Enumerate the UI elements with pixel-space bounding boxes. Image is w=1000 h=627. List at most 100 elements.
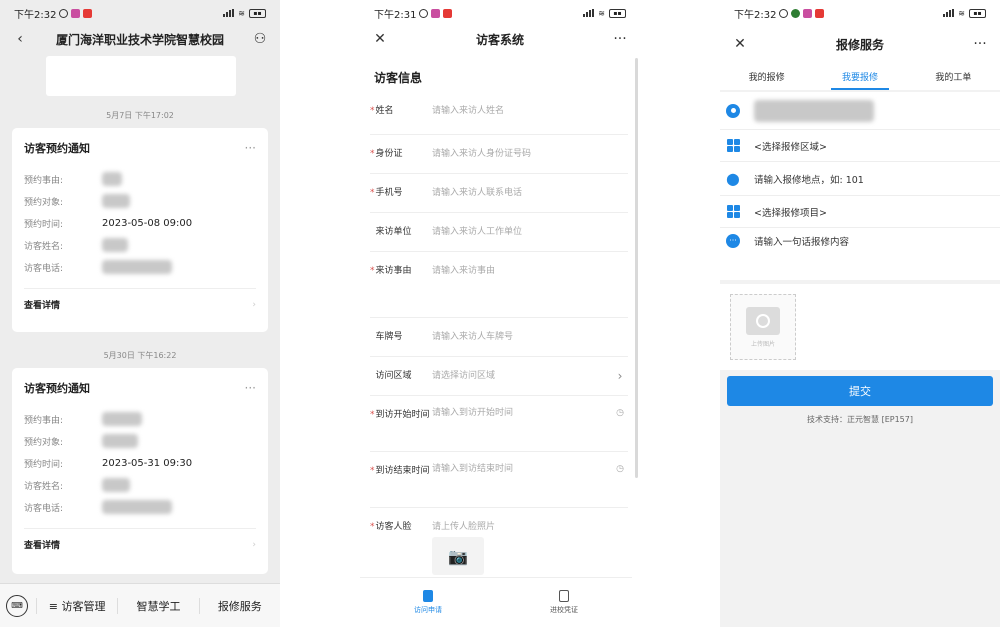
- menu-visitor-management[interactable]: ≡ 访客管理: [36, 597, 117, 614]
- tab-entry-pass[interactable]: 进校凭证: [496, 578, 632, 627]
- field-row: 预约时间: 2023-05-08 09:00: [24, 212, 256, 234]
- app-icon: [791, 8, 801, 18]
- message-card-blank: [46, 56, 236, 96]
- signal-icon: [223, 9, 235, 17]
- chevron-right-icon: ›: [252, 299, 256, 310]
- required-mark: *: [370, 266, 375, 276]
- field-row: 预约对象:: [24, 430, 256, 452]
- grid-icon: [726, 204, 740, 219]
- phone-wechat-chat: 下午2:32 ≋ ▪▪ ‹ 厦门海洋职业技术学院智慧校园 ⚇ 5月7日 下午17…: [0, 0, 280, 627]
- phone-input[interactable]: 请输入来访人联系电话: [432, 186, 628, 200]
- menu-smart-student-affairs[interactable]: 智慧学工: [117, 597, 198, 614]
- tab-my-repairs[interactable]: 我的报修: [720, 62, 813, 90]
- alarm-icon: [419, 8, 429, 18]
- form-row-reason[interactable]: *来访事由 请输入来访事由: [370, 252, 628, 318]
- profile-icon[interactable]: ⚇: [250, 31, 270, 47]
- chevron-right-icon: ›: [617, 369, 623, 383]
- repair-item-select[interactable]: <选择报修项目>: [754, 205, 827, 219]
- repair-area-row[interactable]: <选择报修区域>: [720, 130, 1000, 162]
- id-card-input[interactable]: 请输入来访人身份证号码: [432, 147, 628, 161]
- end-time-input[interactable]: 请输入到访结束时间: [432, 462, 612, 476]
- repair-content-row[interactable]: ··· 请输入一句话报修内容: [720, 228, 1000, 280]
- upload-image-button[interactable]: 上传图片: [730, 294, 796, 360]
- document-icon: [423, 590, 433, 602]
- plate-input[interactable]: 请输入来访人车牌号: [432, 330, 628, 344]
- repair-location-input[interactable]: 请输入报修地点，如: 101: [754, 172, 864, 186]
- app-icon: [443, 8, 453, 18]
- repair-location-row[interactable]: ⬤ 请输入报修地点，如: 101: [720, 162, 1000, 196]
- view-details-link[interactable]: 查看详情 ›: [24, 528, 256, 560]
- scrollbar[interactable]: [635, 58, 638, 478]
- repair-content-input[interactable]: 请输入一句话报修内容: [754, 234, 849, 248]
- start-time-input[interactable]: 请输入到访开始时间: [432, 406, 612, 420]
- form-row-name[interactable]: *姓名 请输入来访人姓名: [370, 96, 628, 135]
- visitor-form: 访客信息 *姓名 请输入来访人姓名 *身份证 请输入来访人身份证号码 *手机号 …: [360, 58, 632, 538]
- tab-my-work-orders[interactable]: 我的工单: [907, 62, 1000, 90]
- form-row-area[interactable]: *访问区域 请选择访问区域 ›: [370, 357, 628, 396]
- visitor-notice-card[interactable]: 访客预约通知 ··· 预约事由: 预约对象: 预约时间: 2023-05-08 0…: [12, 128, 268, 332]
- submit-button[interactable]: 提交: [727, 376, 993, 406]
- signal-icon: [943, 9, 955, 17]
- tab-submit-repair[interactable]: 我要报修: [813, 62, 906, 90]
- redacted-user-info: [754, 99, 874, 122]
- camera-icon: 📷: [448, 546, 468, 566]
- form-row-start-time[interactable]: *到访开始时间 请输入到访开始时间 ◷: [370, 396, 628, 452]
- more-icon[interactable]: ···: [610, 31, 630, 47]
- battery-icon: ▪▪: [609, 8, 626, 18]
- phone-visitor-system: 下午2:31 ≋ ▪▪ ✕ 访客系统 ··· 访客信息 *姓名 请输入来访人姓名…: [360, 0, 640, 627]
- section-title: 访客信息: [374, 70, 423, 85]
- more-icon[interactable]: ···: [970, 36, 990, 52]
- pass-icon: [559, 590, 569, 602]
- field-key: 预约时间:: [24, 219, 64, 230]
- tech-support-text: 技术支持：正元智慧 [EP157]: [807, 415, 913, 424]
- repair-item-row[interactable]: <选择报修项目>: [720, 196, 1000, 228]
- field-label: *访客人脸: [370, 522, 412, 532]
- form-row-plate[interactable]: *车牌号 请输入来访人车牌号: [370, 318, 628, 357]
- form-row-id-card[interactable]: *身份证 请输入来访人身份证号码: [370, 135, 628, 174]
- field-key: 预约对象:: [24, 437, 64, 448]
- view-details-link[interactable]: 查看详情 ›: [24, 288, 256, 320]
- field-row: 访客电话:: [24, 496, 256, 518]
- field-key: 访客姓名:: [24, 241, 64, 252]
- alarm-icon: [59, 8, 69, 18]
- back-icon[interactable]: ‹: [10, 31, 30, 47]
- keyboard-icon[interactable]: ⌨: [6, 594, 28, 617]
- tab-visit-application[interactable]: 访问申请: [360, 578, 496, 627]
- more-icon[interactable]: ···: [245, 381, 256, 395]
- status-bar: 下午2:32 ≋ ▪▪: [0, 0, 280, 26]
- field-label: *车牌号: [375, 332, 403, 342]
- field-label: *到访结束时间: [370, 466, 430, 476]
- field-label: *到访开始时间: [370, 410, 430, 420]
- company-input[interactable]: 请输入来访人工作单位: [432, 225, 628, 239]
- form-row-face[interactable]: *访客人脸 请上传人脸照片: [370, 508, 628, 538]
- form-row-company[interactable]: *来访单位 请输入来访人工作单位: [370, 213, 628, 252]
- close-icon[interactable]: ✕: [370, 31, 390, 47]
- status-time: 下午2:31: [374, 9, 417, 21]
- alarm-icon: [779, 8, 789, 18]
- field-key: 访客电话:: [24, 503, 64, 514]
- field-row: 预约时间: 2023-05-31 09:30: [24, 452, 256, 474]
- chat-header: ‹ 厦门海洋职业技术学院智慧校园 ⚇: [0, 26, 280, 52]
- visitor-notice-card[interactable]: 访客预约通知 ··· 预约事由: 预约对象: 预约时间: 2023-05-31 0…: [12, 368, 268, 574]
- field-row: 预约对象:: [24, 190, 256, 212]
- page-title: 报修服务: [835, 37, 884, 52]
- area-select[interactable]: 请选择访问区域: [432, 369, 612, 383]
- bottom-tab-bar: 访问申请 进校凭证: [360, 577, 632, 627]
- field-label: *姓名: [370, 106, 394, 116]
- field-row: 访客姓名:: [24, 474, 256, 496]
- repair-area-select[interactable]: <选择报修区域>: [754, 139, 827, 153]
- form-row-end-time[interactable]: *到访结束时间 请输入到访结束时间 ◷: [370, 452, 628, 508]
- more-icon[interactable]: ···: [245, 141, 256, 155]
- close-icon[interactable]: ✕: [730, 36, 750, 52]
- field-key: 访客姓名:: [24, 481, 64, 492]
- repair-tabs: 我的报修 我要报修 我的工单: [720, 62, 1000, 90]
- menu-repair-service[interactable]: 报修服务: [198, 597, 280, 614]
- upload-label: 上传图片: [750, 340, 775, 348]
- required-mark: *: [370, 522, 375, 532]
- form-row-phone[interactable]: *手机号 请输入来访人联系电话: [370, 174, 628, 213]
- face-camera-button[interactable]: 📷: [432, 537, 484, 575]
- camera-icon: [746, 306, 780, 335]
- wifi-icon: ≋: [238, 8, 245, 18]
- name-input[interactable]: 请输入来访人姓名: [432, 104, 628, 118]
- reason-textarea[interactable]: 请输入来访事由: [432, 264, 628, 278]
